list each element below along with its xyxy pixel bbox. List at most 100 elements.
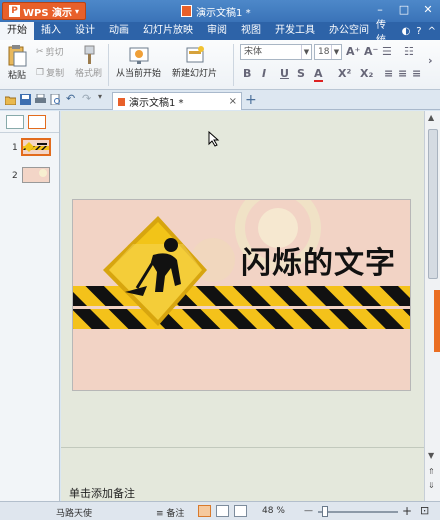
slideshow-view-icon[interactable]	[234, 505, 247, 517]
slide-sorter-view-icon[interactable]	[216, 505, 229, 517]
chevron-down-icon: ▾	[75, 6, 80, 16]
notes-placeholder[interactable]: 单击添加备注	[69, 485, 135, 501]
copy-button[interactable]: ❐ 复制	[36, 66, 65, 80]
help-icon[interactable]: ?	[416, 26, 421, 37]
font-size-select[interactable]: 18 ▼	[314, 44, 342, 60]
quick-access-dropdown-icon[interactable]: ▾	[98, 92, 109, 103]
menu-animation[interactable]: 动画	[102, 22, 136, 40]
menu-developer[interactable]: 开发工具	[268, 22, 322, 40]
prev-slide-icon[interactable]: ⇑	[428, 467, 435, 476]
from-current-button[interactable]: 从当前开始	[116, 44, 161, 79]
new-slide-label: 新建幻灯片	[172, 69, 218, 79]
notes-toggle[interactable]: ≡ 备注	[156, 506, 184, 519]
font-name-value: 宋体	[244, 47, 263, 57]
align-left-icon[interactable]: ≡	[384, 67, 393, 80]
zoom-slider-thumb[interactable]	[322, 506, 328, 517]
menu-review[interactable]: 审阅	[200, 22, 234, 40]
redo-icon[interactable]: ↷	[82, 92, 93, 105]
slide-title[interactable]: 闪烁的文字	[241, 238, 396, 282]
slide-preview-art	[23, 142, 49, 152]
menu-slideshow[interactable]: 幻灯片放映	[136, 22, 200, 40]
next-slide-icon[interactable]: ⇓	[428, 481, 435, 490]
status-bar: 马路天使 ≡ 备注 48 % — + ⊡	[0, 501, 440, 520]
print-preview-icon[interactable]	[50, 94, 61, 105]
ribbon-scroll-right-icon[interactable]: ›	[428, 54, 433, 67]
menu-bar: 开始 插入 设计 动画 幻灯片放映 审阅 视图 开发工具 办公空间 传统 ◐ ?…	[0, 20, 440, 46]
zoom-out-button[interactable]: —	[304, 506, 313, 516]
bold-button[interactable]: B	[243, 67, 251, 80]
open-folder-icon[interactable]	[5, 94, 16, 105]
menu-office-space[interactable]: 办公空间	[322, 22, 376, 40]
align-center-icon[interactable]: ≡	[398, 67, 407, 80]
zoom-slider-track[interactable]	[318, 511, 398, 513]
scroll-thumb[interactable]	[428, 129, 438, 279]
presentation-icon	[181, 5, 193, 17]
document-tab-bar: ↶ ↷ ▾ 演示文稿1 * × +	[0, 90, 440, 110]
copy-icon: ❐	[36, 67, 45, 78]
menu-insert[interactable]: 插入	[34, 22, 68, 40]
app-menu-button[interactable]: P WPS 演示 ▾	[2, 2, 87, 20]
side-panel-toggle[interactable]	[434, 290, 440, 352]
slide-thumbnail-2[interactable]: 2	[0, 161, 59, 189]
skin-icon[interactable]: ◐	[402, 26, 411, 37]
save-icon[interactable]	[20, 94, 31, 105]
scroll-up-icon[interactable]: ▲	[428, 113, 434, 122]
window-title: 演示文稿1 *	[181, 4, 251, 19]
font-name-select[interactable]: 宋体 ▼	[240, 44, 312, 60]
menu-view[interactable]: 视图	[234, 22, 268, 40]
slide-panel: 1 2	[0, 111, 60, 501]
align-right-icon[interactable]: ≡	[412, 67, 421, 80]
menu-home[interactable]: 开始	[0, 22, 34, 40]
slides-tab-icon[interactable]	[28, 115, 46, 129]
slide-thumbnail-image	[22, 167, 50, 183]
brush-icon	[84, 45, 94, 64]
document-tab[interactable]: 演示文稿1 * ×	[112, 92, 242, 110]
notes-icon: ≡	[156, 509, 167, 519]
undo-icon[interactable]: ↶	[66, 92, 77, 105]
print-icon[interactable]	[35, 94, 46, 105]
fit-window-icon[interactable]: ⊡	[420, 504, 429, 517]
paste-button[interactable]: 粘贴	[6, 44, 28, 81]
grow-font-icon[interactable]: A⁺	[346, 45, 360, 58]
new-slide-icon	[186, 46, 204, 63]
slideshow-play-icon	[129, 47, 148, 64]
scroll-down-icon[interactable]: ▼	[428, 451, 434, 460]
superscript-button[interactable]: X²	[338, 67, 351, 80]
font-color-button[interactable]: A	[314, 67, 323, 82]
menu-design[interactable]: 设计	[68, 22, 102, 40]
list-bullets-icon[interactable]: ☰	[382, 45, 392, 58]
italic-button[interactable]: I	[262, 67, 266, 80]
zoom-in-button[interactable]: +	[402, 504, 412, 518]
scissors-icon: ✂	[36, 46, 44, 57]
minimize-ribbon-icon[interactable]: ^	[428, 26, 436, 37]
cut-button[interactable]: ✂ 剪切	[36, 45, 64, 59]
copy-label: 复制	[46, 69, 65, 79]
normal-view-icon[interactable]	[198, 505, 211, 517]
underline-button[interactable]: U	[280, 67, 289, 80]
theme-name: 马路天使	[56, 509, 93, 519]
current-slide[interactable]: 闪烁的文字	[72, 199, 411, 391]
close-tab-icon[interactable]: ×	[229, 96, 237, 107]
notes-toggle-label: 备注	[166, 509, 185, 519]
ribbon-separator	[108, 44, 109, 86]
strike-button[interactable]: S	[297, 67, 305, 80]
format-painter-button[interactable]: 格式刷	[75, 44, 102, 79]
chevron-down-icon: ▼	[331, 45, 341, 59]
font-size-value: 18	[318, 47, 330, 57]
new-slide-button[interactable]: 新建幻灯片	[172, 44, 217, 79]
cut-label: 剪切	[45, 48, 64, 58]
subscript-button[interactable]: X₂	[360, 67, 373, 80]
document-tab-label: 演示文稿1 *	[129, 98, 184, 109]
notes-pane[interactable]: 单击添加备注	[61, 447, 424, 501]
presentation-icon	[117, 96, 126, 107]
window-title-text: 演示文稿1 *	[196, 7, 251, 19]
new-tab-button[interactable]: +	[245, 92, 257, 108]
ribbon: 粘贴 ✂ 剪切 ❐ 复制 格式刷 从当前开始 新建幻灯片 宋体 ▼ 18 ▼ A⁺ …	[0, 40, 440, 90]
title-bar: P WPS 演示 ▾ 演示文稿1 * – □ ✕	[0, 0, 440, 22]
list-numbered-icon[interactable]: ☷	[404, 45, 414, 58]
mouse-cursor-icon	[208, 131, 220, 147]
outline-tab-icon[interactable]	[6, 115, 24, 129]
slide-thumbnail-image	[21, 138, 51, 156]
shrink-font-icon[interactable]: A⁻	[364, 45, 378, 58]
slide-thumbnail-1[interactable]: 1	[0, 133, 59, 161]
